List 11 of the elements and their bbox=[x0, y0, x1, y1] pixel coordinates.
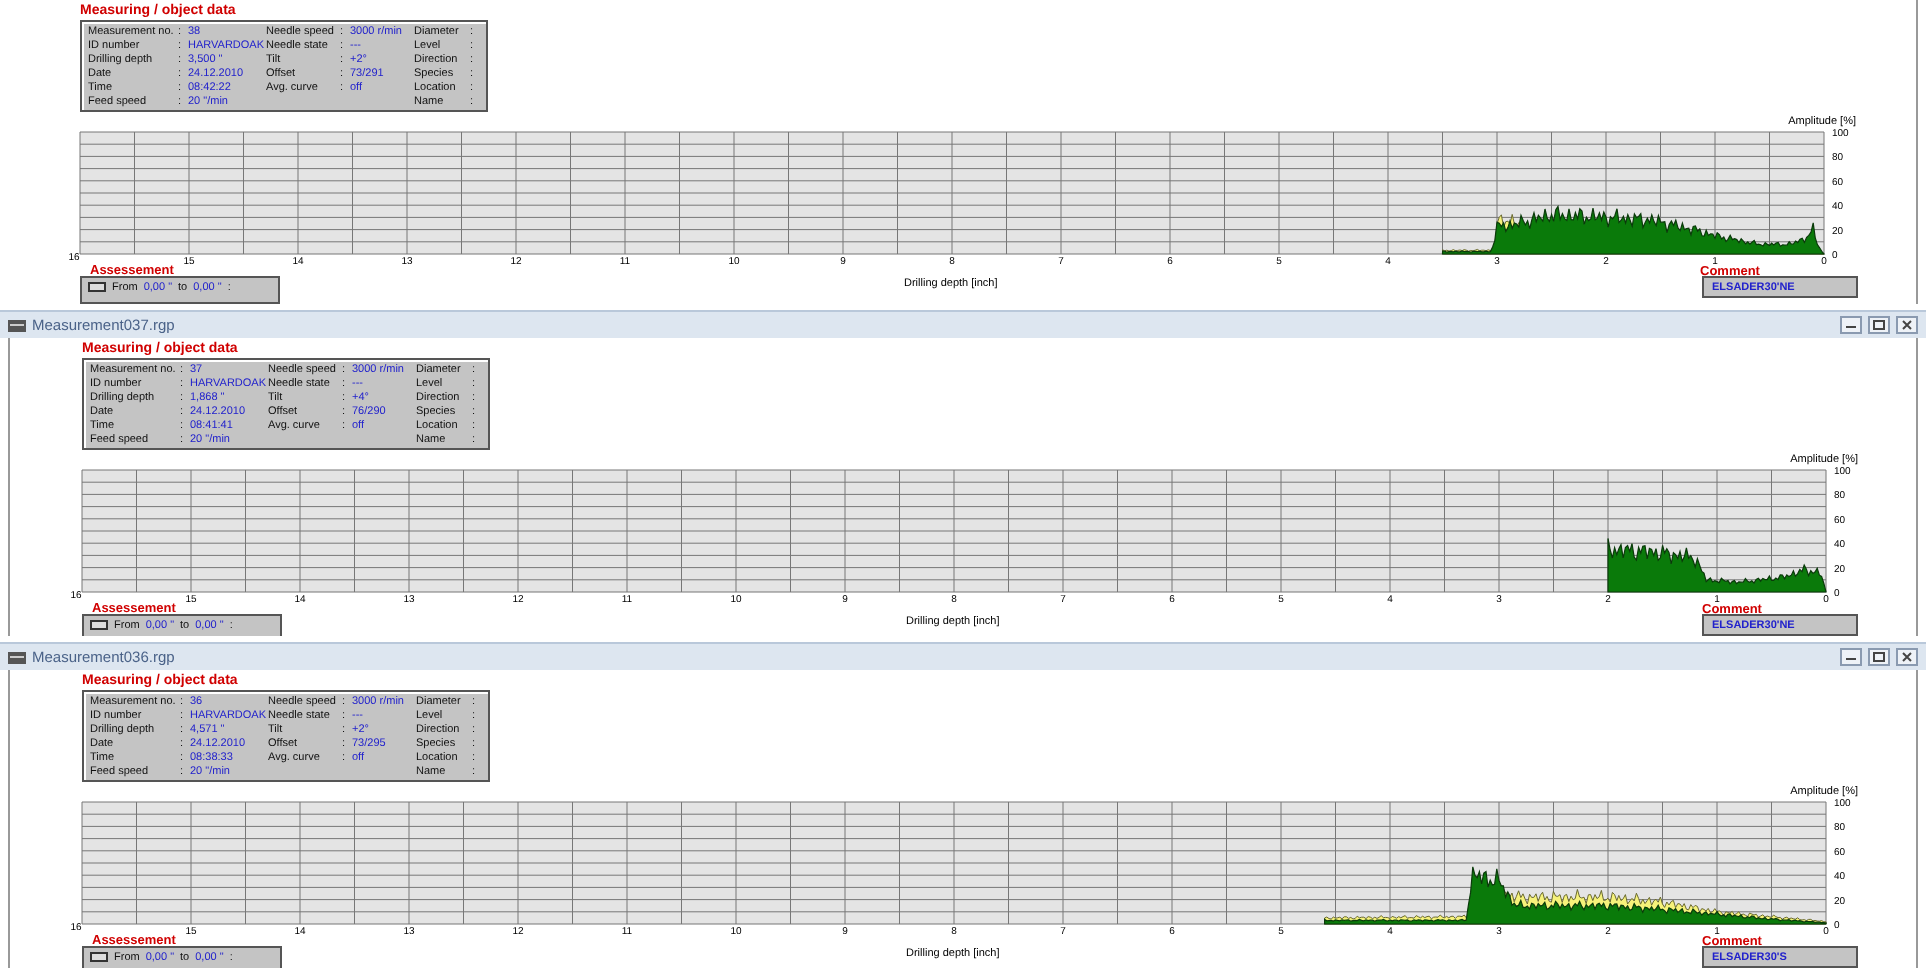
close-icon[interactable] bbox=[1896, 648, 1918, 666]
document-icon bbox=[8, 319, 26, 331]
range-icon bbox=[90, 952, 108, 962]
minimize-icon[interactable] bbox=[1840, 316, 1862, 334]
range-icon bbox=[90, 620, 108, 630]
document-icon bbox=[8, 651, 26, 663]
range-icon bbox=[88, 282, 106, 292]
maximize-icon[interactable] bbox=[1868, 316, 1890, 334]
minimize-icon[interactable] bbox=[1840, 648, 1862, 666]
close-icon[interactable] bbox=[1896, 316, 1918, 334]
maximize-icon[interactable] bbox=[1868, 648, 1890, 666]
